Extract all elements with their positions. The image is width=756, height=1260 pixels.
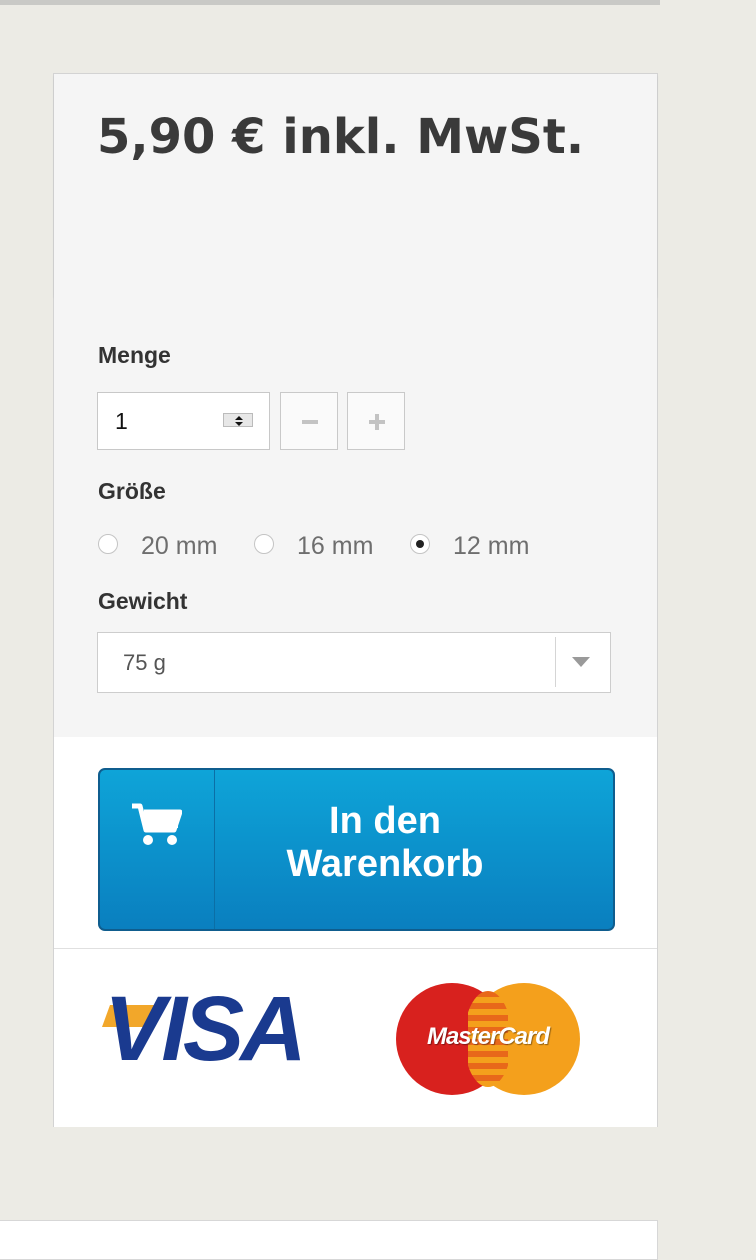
- quantity-label: Menge: [98, 342, 171, 368]
- size-option-label: 16 mm: [297, 532, 374, 560]
- add-to-cart-label: In den Warenkorb: [286, 800, 484, 885]
- size-radio-20mm[interactable]: [98, 534, 118, 554]
- visa-logo: VISA: [104, 978, 307, 1080]
- price-panel: 5,90 € inkl. MwSt.: [54, 74, 657, 296]
- size-radio-12mm[interactable]: [410, 534, 430, 554]
- product-buy-box: 5,90 € inkl. MwSt. Menge 1 Größe 20 mm 1…: [53, 73, 658, 1127]
- next-section-card: [0, 1220, 658, 1260]
- spinner-icon[interactable]: [223, 413, 253, 427]
- size-option-label: 20 mm: [141, 532, 218, 560]
- size-radio-16mm[interactable]: [254, 534, 274, 554]
- cart-icon-area: [100, 770, 215, 929]
- weight-select[interactable]: 75 g: [97, 632, 611, 693]
- top-divider: [0, 0, 660, 5]
- size-option-label: 12 mm: [453, 532, 530, 560]
- mastercard-text: MasterCard: [426, 1023, 550, 1050]
- quantity-value: 1: [115, 408, 128, 434]
- mastercard-logo: MasterCard: [396, 983, 581, 1095]
- minus-icon: [302, 420, 318, 424]
- add-to-cart-button[interactable]: In den Warenkorb: [98, 768, 615, 931]
- size-label: Größe: [98, 478, 166, 504]
- payment-logos: VISA MasterCard: [54, 948, 657, 1127]
- quantity-decrease-button[interactable]: [280, 392, 338, 450]
- quantity-increase-button[interactable]: [347, 392, 405, 450]
- chevron-down-icon: [572, 657, 590, 667]
- price-text: 5,90 € inkl. MwSt.: [97, 109, 585, 165]
- cart-icon: [132, 803, 182, 845]
- weight-label: Gewicht: [98, 588, 188, 614]
- quantity-input[interactable]: 1: [97, 392, 270, 450]
- weight-selected-value: 75 g: [123, 650, 166, 675]
- plus-icon: [369, 414, 385, 430]
- dropdown-toggle[interactable]: [555, 637, 606, 687]
